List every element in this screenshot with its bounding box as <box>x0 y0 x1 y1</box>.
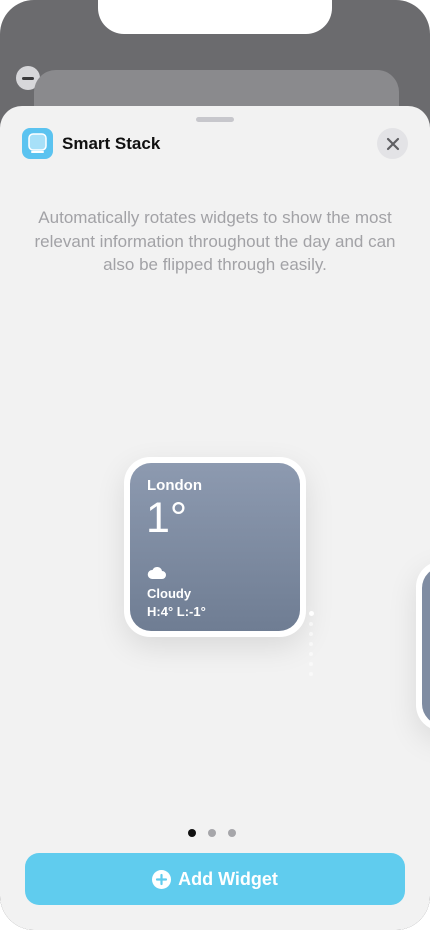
weather-widget-preview[interactable]: London 1° Cloudy H:4° L:-1° <box>124 457 306 637</box>
stack-indicator <box>309 611 314 682</box>
close-button[interactable] <box>377 128 408 159</box>
description-text: Automatically rotates widgets to show th… <box>34 208 396 274</box>
stack-dot <box>309 611 314 616</box>
page-indicator[interactable] <box>188 829 236 837</box>
stack-dot <box>309 622 313 626</box>
device-notch <box>98 0 332 34</box>
sheet-grabber[interactable] <box>196 117 234 122</box>
stack-dot <box>309 632 313 636</box>
weather-high-low: H:4° L:-1° <box>147 604 206 619</box>
widget-gallery-sheet: Smart Stack Automatically rotates widget… <box>0 106 430 930</box>
device-screen: Smart Stack Automatically rotates widget… <box>0 0 430 930</box>
stack-dot <box>309 652 313 656</box>
smart-stack-icon <box>22 128 53 159</box>
stack-dot <box>309 672 313 676</box>
weather-widget: London 1° Cloudy H:4° L:-1° <box>130 463 300 631</box>
next-widget-preview[interactable] <box>416 561 430 731</box>
add-widget-label: Add Widget <box>178 868 278 889</box>
weather-condition: Cloudy <box>147 586 192 601</box>
plus-circle-icon <box>152 869 172 889</box>
cloud-icon <box>147 566 166 579</box>
add-widget-button[interactable]: Add Widget <box>25 853 405 905</box>
weather-temperature: 1° <box>146 494 188 542</box>
close-icon <box>386 137 399 150</box>
page-dot[interactable] <box>208 829 216 837</box>
stack-dot <box>309 662 313 666</box>
page-dot[interactable] <box>228 829 236 837</box>
page-dot[interactable] <box>188 829 196 837</box>
weather-city: London <box>147 477 202 494</box>
page-title: Smart Stack <box>62 134 161 153</box>
stack-dot <box>309 642 313 646</box>
